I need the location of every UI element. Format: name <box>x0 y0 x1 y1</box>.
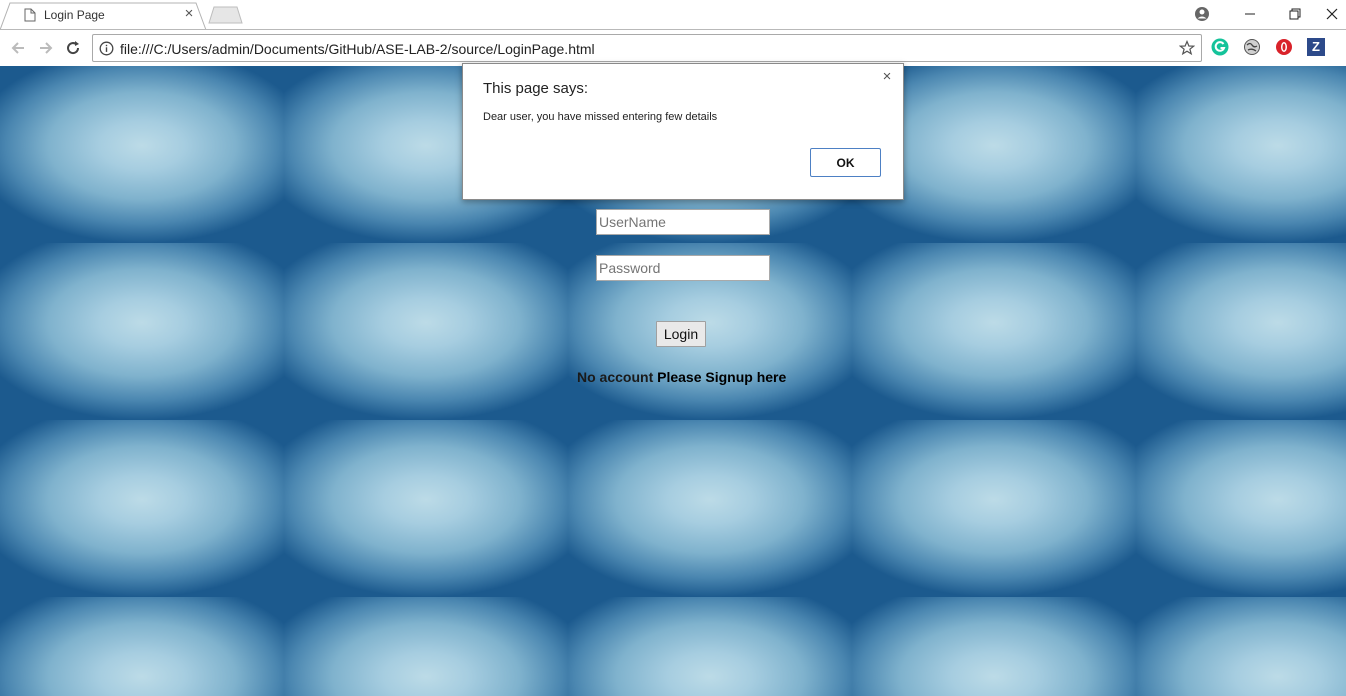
password-input[interactable] <box>596 255 770 281</box>
minimize-icon[interactable] <box>1228 0 1272 28</box>
tab-login-page[interactable]: Login Page × <box>8 2 208 28</box>
bookmark-star-icon[interactable] <box>1179 40 1195 56</box>
signup-line: No account Please Signup here <box>577 369 786 385</box>
page-icon <box>24 8 36 22</box>
zotero-icon[interactable]: Z <box>1307 38 1325 56</box>
dialog-title: This page says: <box>483 80 589 97</box>
login-button[interactable]: Login <box>656 321 706 347</box>
new-tab-button[interactable] <box>208 6 244 24</box>
alert-dialog: × This page says: Dear user, you have mi… <box>462 63 904 200</box>
dialog-message: Dear user, you have missed entering few … <box>483 111 718 123</box>
address-bar[interactable]: file:///C:/Users/admin/Documents/GitHub/… <box>92 34 1202 62</box>
no-account-text: No account <box>577 369 654 385</box>
grammarly-icon[interactable] <box>1211 38 1229 56</box>
opera-icon[interactable] <box>1275 38 1293 56</box>
restore-icon[interactable] <box>1273 0 1317 28</box>
tab-close-icon[interactable]: × <box>182 6 196 21</box>
info-icon[interactable] <box>99 41 114 56</box>
profile-icon[interactable] <box>1180 0 1224 28</box>
back-icon[interactable] <box>8 38 28 58</box>
url-text[interactable]: file:///C:/Users/admin/Documents/GitHub/… <box>120 41 595 57</box>
forward-icon[interactable] <box>36 38 56 58</box>
username-input[interactable] <box>596 209 770 235</box>
browser-toolbar: file:///C:/Users/admin/Documents/GitHub/… <box>0 29 1346 66</box>
tab-title: Login Page <box>44 8 105 22</box>
tab-strip: Login Page × <box>0 0 1346 30</box>
extension-globe-icon[interactable] <box>1243 38 1261 56</box>
reload-icon[interactable] <box>63 38 83 58</box>
signup-link[interactable]: Please Signup here <box>657 369 786 385</box>
ok-button[interactable]: OK <box>810 148 881 177</box>
dialog-close-icon[interactable]: × <box>880 69 894 84</box>
close-window-icon[interactable] <box>1318 0 1346 28</box>
